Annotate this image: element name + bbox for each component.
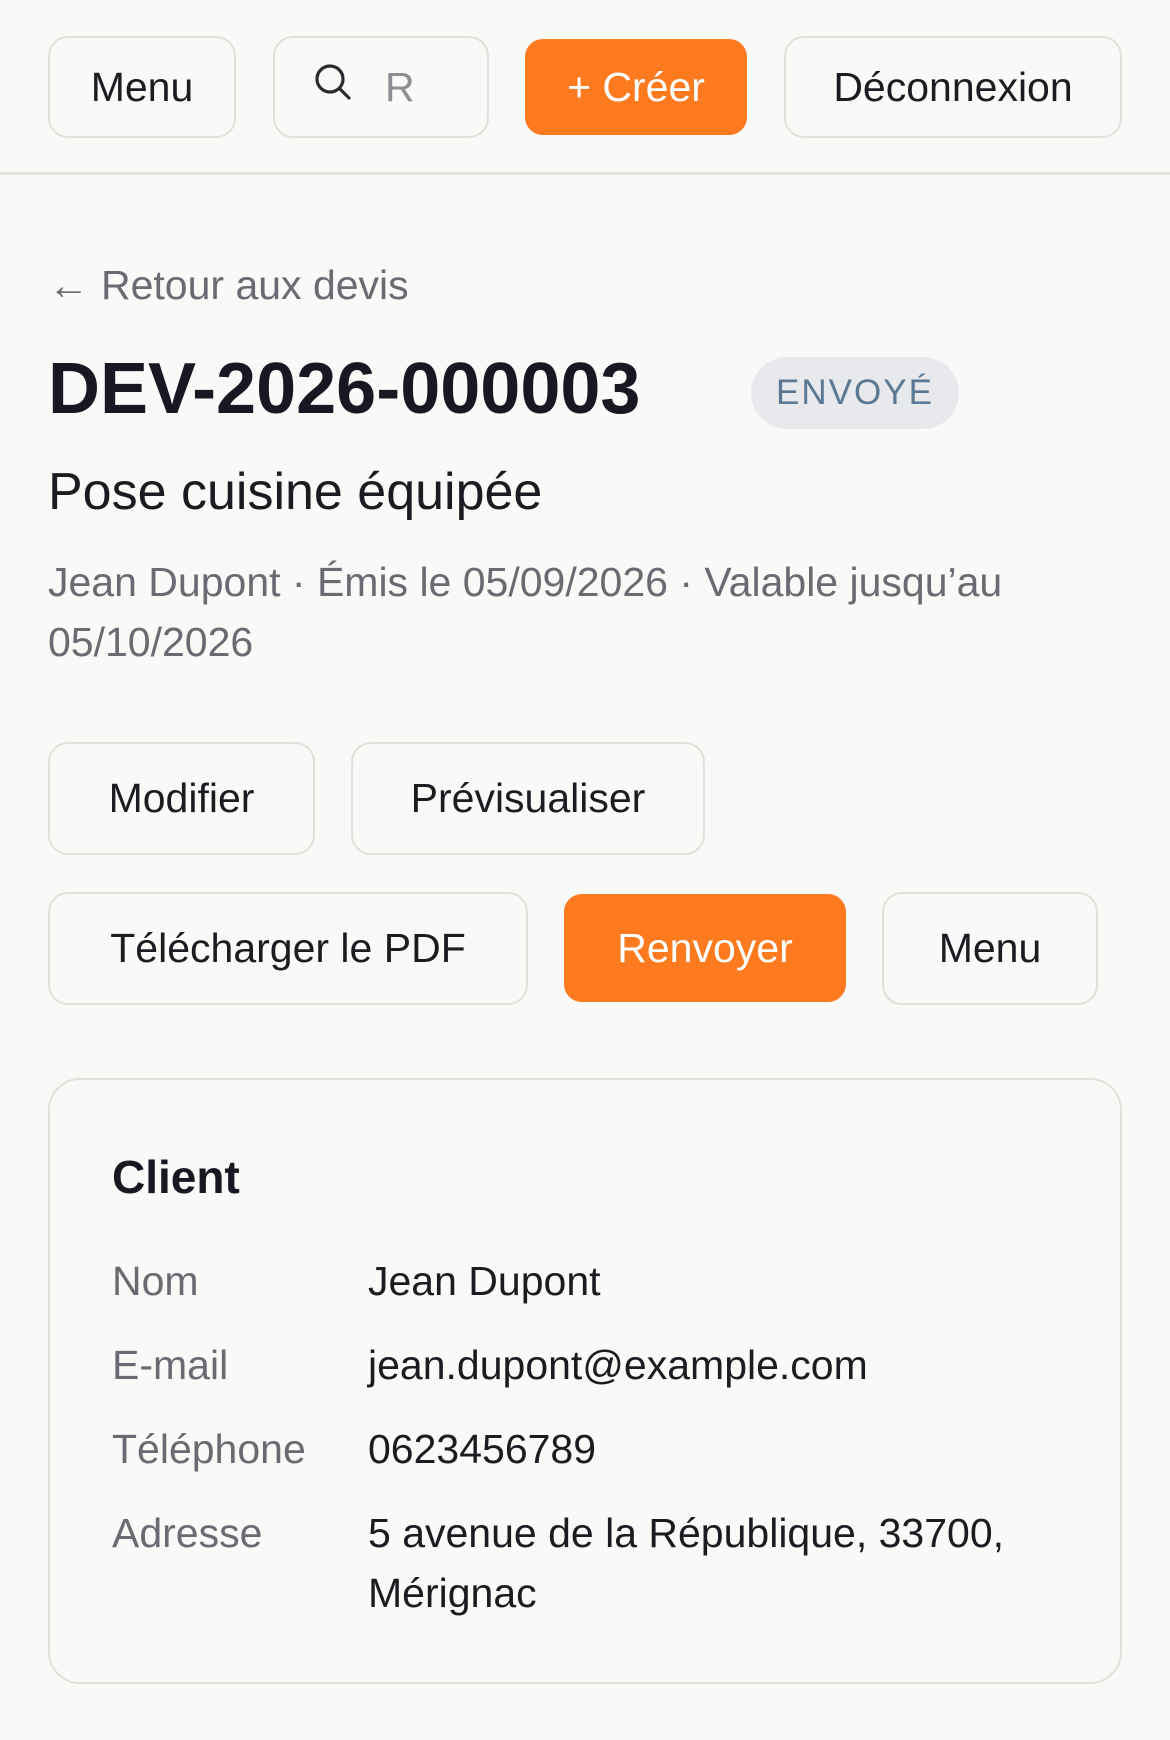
more-menu-button[interactable]: Menu [882,892,1098,1005]
back-link-label: Retour aux devis [101,262,409,308]
client-label: Téléphone [112,1426,306,1472]
preview-button[interactable]: Prévisualiser [351,742,705,855]
search-input[interactable]: R [273,36,489,138]
logout-button[interactable]: Déconnexion [784,36,1122,138]
client-card-title: Client [112,1151,240,1203]
back-to-quotes-link[interactable]: ← Retour aux devis [48,262,409,309]
search-icon [313,62,353,112]
quote-title: Pose cuisine équipée [48,463,543,521]
client-label: Nom [112,1258,199,1304]
arrow-left-icon: ← [48,262,89,308]
client-label: Adresse [112,1510,263,1556]
client-card: Client Nom Jean Dupont E-mail jean.dupon… [48,1078,1122,1684]
menu-button[interactable]: Menu [48,36,236,138]
client-value: 5 avenue de la République, 33700, Mérign… [368,1510,1005,1616]
status-badge: ENVOYÉ [751,357,959,429]
quote-number: DEV-2026-000003 [48,349,641,429]
client-label: E-mail [112,1342,229,1388]
quote-meta: Jean Dupont · Émis le 05/09/2026 · Valab… [48,559,1003,665]
download-pdf-button[interactable]: Télécharger le PDF [48,892,528,1005]
client-value: jean.dupont@example.com [368,1342,868,1388]
resend-button[interactable]: Renvoyer [564,894,846,1002]
edit-button[interactable]: Modifier [48,742,315,855]
client-value: 0623456789 [368,1426,597,1472]
search-placeholder: R [385,63,415,110]
create-button[interactable]: + Créer [525,39,747,135]
top-bar: Menu R + Créer Déconnexion [0,0,1170,175]
client-value: Jean Dupont [368,1258,601,1304]
